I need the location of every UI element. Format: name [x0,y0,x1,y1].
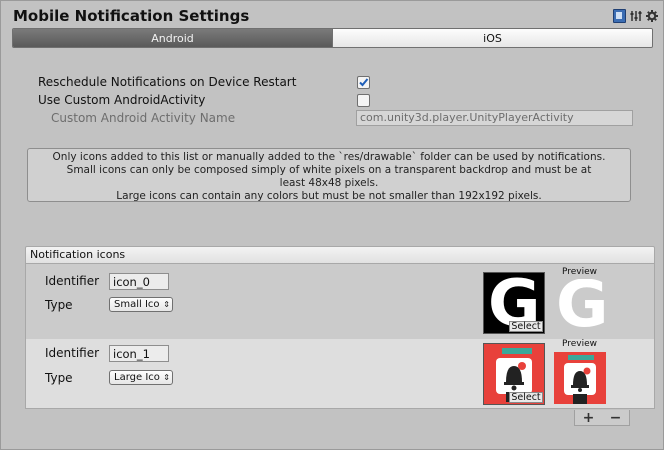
select-button[interactable]: Select [509,321,543,332]
custom-activity-checkbox[interactable] [357,94,370,107]
type-dropdown[interactable]: Large Ico ⇕ [109,370,173,385]
activity-name-field[interactable]: com.unity3d.player.UnityPlayerActivity [356,110,633,126]
preview-label: Preview [562,267,598,277]
help-line: Small icons can only be composed simply … [66,164,592,176]
select-button[interactable]: Select [509,392,543,403]
identifier-label: Identifier [45,274,100,288]
icon-preview [554,352,606,404]
reschedule-checkbox[interactable] [357,76,370,89]
icons-list: Identifier icon_0 Type Small Ico ⇕ G Sel… [25,264,655,409]
tab-ios[interactable]: iOS [332,29,652,47]
list-item: Identifier icon_0 Type Small Ico ⇕ G Sel… [26,265,654,336]
reschedule-label: Reschedule Notifications on Device Resta… [38,75,297,89]
help-box: Only icons added to this list or manuall… [27,148,631,202]
type-dropdown[interactable]: Small Ico ⇕ [109,297,173,312]
list-footer: + − [574,410,630,426]
preview-label: Preview [562,339,598,349]
type-dropdown-value: Small Ico [114,299,160,310]
icon-texture-slot[interactable]: G Select [483,272,545,334]
icons-list-header: Notification icons [25,246,655,264]
help-book-icon[interactable] [613,8,626,23]
tab-android[interactable]: Android [13,29,332,47]
icon-texture-slot[interactable]: Select [483,343,545,405]
type-label: Type [45,371,73,385]
preset-sliders-icon[interactable] [629,9,642,22]
help-line: least 48x48 pixels. [279,177,379,189]
gear-icon[interactable] [645,9,658,22]
platform-tabs: Android iOS [12,28,653,48]
custom-activity-label: Use Custom AndroidActivity [38,93,206,107]
remove-icon-button[interactable]: − [602,410,629,426]
header-toolbar [613,8,658,23]
preview-g-image: G [556,279,606,331]
preview-bell-image [554,352,606,404]
type-label: Type [45,298,73,312]
activity-name-label: Custom Android Activity Name [51,111,236,125]
help-line: Large icons can contain any colors but m… [116,190,542,202]
identifier-field[interactable]: icon_1 [109,345,169,362]
identifier-field[interactable]: icon_0 [109,273,169,290]
identifier-label: Identifier [45,346,100,360]
type-dropdown-value: Large Ico [114,372,160,383]
list-item: Identifier icon_1 Type Large Ico ⇕ Selec… [26,339,654,408]
icon-preview: G [554,279,606,331]
dropdown-arrows-icon: ⇕ [163,300,170,309]
add-icon-button[interactable]: + [575,410,602,426]
dropdown-arrows-icon: ⇕ [163,373,170,382]
checkmark-icon [359,78,369,87]
page-title: Mobile Notification Settings [13,7,250,25]
help-line: Only icons added to this list or manuall… [52,151,606,163]
